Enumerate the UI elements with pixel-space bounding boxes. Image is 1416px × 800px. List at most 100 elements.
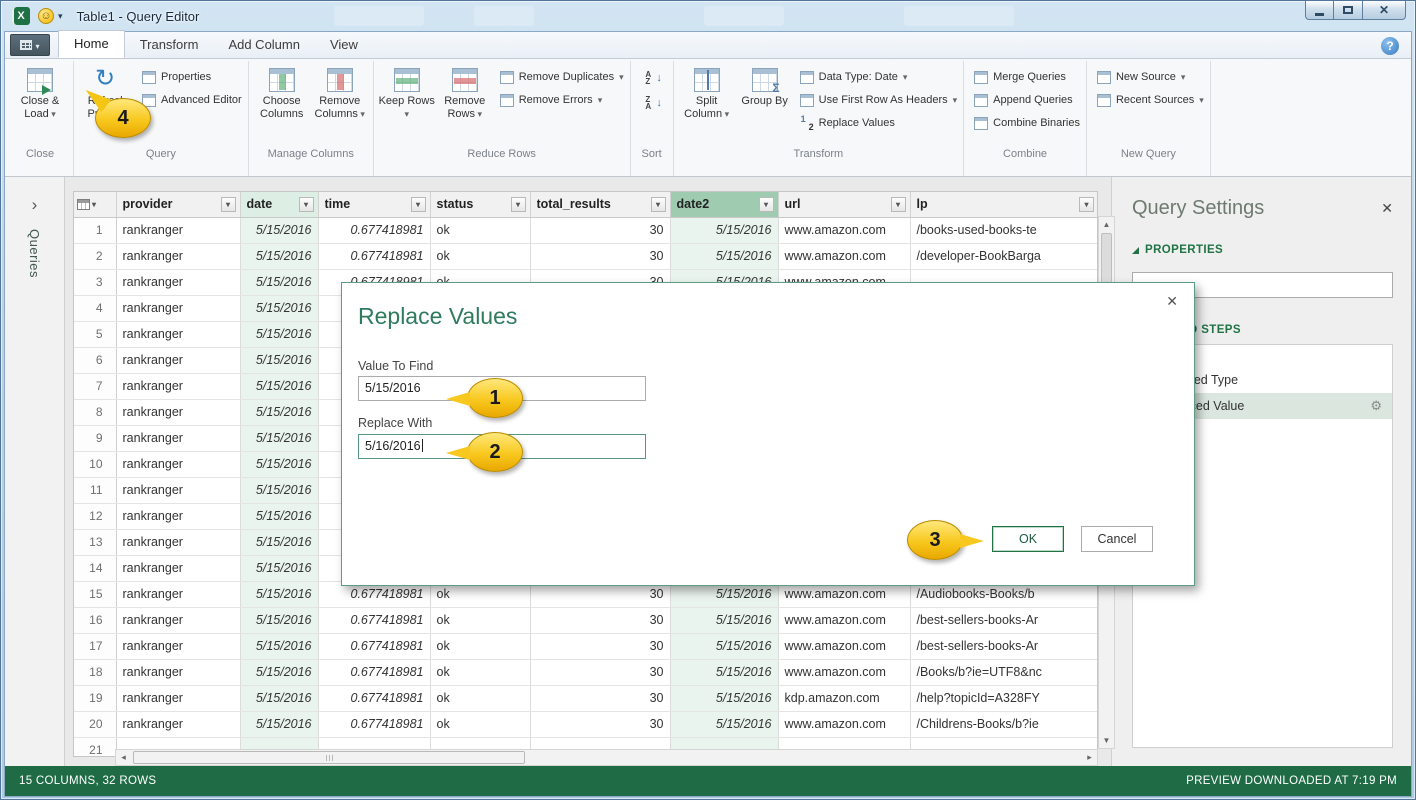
cell-url[interactable]: www.amazon.com	[778, 607, 910, 633]
cell-date[interactable]: 5/15/2016	[240, 399, 318, 425]
cell-date[interactable]: 5/15/2016	[240, 555, 318, 581]
cell-date2[interactable]: 5/15/2016	[670, 607, 778, 633]
cell-total_results[interactable]: 30	[530, 711, 670, 737]
cell-provider[interactable]: rankranger	[116, 503, 240, 529]
cell-time[interactable]: 0.677418981	[318, 711, 430, 737]
close-button[interactable]	[1363, 1, 1406, 20]
cell-provider[interactable]: rankranger	[116, 451, 240, 477]
column-header-time[interactable]: time	[318, 192, 430, 217]
minimize-button[interactable]	[1305, 1, 1334, 20]
tab-transform[interactable]: Transform	[125, 32, 214, 58]
cell-provider[interactable]: rankranger	[116, 269, 240, 295]
column-header-url[interactable]: url	[778, 192, 910, 217]
cell-date2[interactable]: 5/15/2016	[670, 633, 778, 659]
cell-status[interactable]: ok	[430, 243, 530, 269]
filter-button[interactable]	[891, 197, 906, 212]
choose-columns-button[interactable]: Choose Columns	[253, 63, 311, 121]
scroll-left-icon[interactable]	[116, 752, 131, 763]
cell-provider[interactable]: rankranger	[116, 373, 240, 399]
cell-date[interactable]: 5/15/2016	[240, 711, 318, 737]
scroll-up-icon[interactable]	[1099, 217, 1114, 232]
queries-pane[interactable]: Queries	[5, 177, 65, 766]
column-header-provider[interactable]: provider	[116, 192, 240, 217]
cell-date2[interactable]: 5/15/2016	[670, 685, 778, 711]
filter-button[interactable]	[299, 197, 314, 212]
sort-descending-button[interactable]: ZA	[641, 94, 667, 112]
cell-lp[interactable]: /Books/b?ie=UTF8&nc	[910, 659, 1098, 685]
cell-url[interactable]: www.amazon.com	[778, 633, 910, 659]
cell-date[interactable]: 5/15/2016	[240, 269, 318, 295]
close-settings-icon[interactable]	[1381, 200, 1393, 217]
horizontal-scroll-thumb[interactable]	[133, 751, 525, 764]
cell-date[interactable]: 5/15/2016	[240, 659, 318, 685]
cell-lp[interactable]: /Childrens-Books/b?ie	[910, 711, 1098, 737]
select-all-header[interactable]	[74, 192, 116, 217]
cell-provider[interactable]: rankranger	[116, 295, 240, 321]
append-queries-button[interactable]: Append Queries	[974, 92, 1080, 108]
cell-date2[interactable]: 5/15/2016	[670, 659, 778, 685]
title-bar[interactable]: Table1 - Query Editor	[4, 1, 1412, 31]
cell-status[interactable]: ok	[430, 685, 530, 711]
cell-lp[interactable]: /books-used-books-te	[910, 217, 1098, 243]
cell-url[interactable]: www.amazon.com	[778, 243, 910, 269]
cell-date[interactable]: 5/15/2016	[240, 347, 318, 373]
sort-ascending-button[interactable]: AZ	[641, 69, 667, 87]
remove-errors-button[interactable]: Remove Errors	[500, 92, 624, 108]
advanced-editor-button[interactable]: Advanced Editor	[142, 92, 242, 108]
column-header-date[interactable]: date	[240, 192, 318, 217]
cell-date[interactable]: 5/15/2016	[240, 581, 318, 607]
cell-provider[interactable]: rankranger	[116, 321, 240, 347]
cell-total_results[interactable]: 30	[530, 607, 670, 633]
merge-queries-button[interactable]: Merge Queries	[974, 69, 1080, 85]
data-type-button[interactable]: Data Type: Date	[800, 69, 958, 85]
cell-date[interactable]: 5/15/2016	[240, 529, 318, 555]
cell-date[interactable]: 5/15/2016	[240, 295, 318, 321]
ribbon-menu-button[interactable]	[10, 34, 50, 56]
remove-duplicates-button[interactable]: Remove Duplicates	[500, 69, 624, 85]
cell-provider[interactable]: rankranger	[116, 243, 240, 269]
cell-date[interactable]: 5/15/2016	[240, 607, 318, 633]
cell-total_results[interactable]: 30	[530, 243, 670, 269]
cell-url[interactable]: kdp.amazon.com	[778, 685, 910, 711]
remove-columns-button[interactable]: Remove Columns	[311, 63, 369, 121]
filter-button[interactable]	[411, 197, 426, 212]
cell-provider[interactable]: rankranger	[116, 217, 240, 243]
column-header-status[interactable]: status	[430, 192, 530, 217]
cell-provider[interactable]: rankranger	[116, 581, 240, 607]
cell-date2[interactable]: 5/15/2016	[670, 217, 778, 243]
cell-date[interactable]: 5/15/2016	[240, 477, 318, 503]
cell-time[interactable]: 0.677418981	[318, 659, 430, 685]
scroll-down-icon[interactable]	[1099, 733, 1114, 748]
cell-url[interactable]: www.amazon.com	[778, 659, 910, 685]
use-first-row-as-headers-button[interactable]: Use First Row As Headers	[800, 92, 958, 108]
new-source-button[interactable]: New Source	[1097, 69, 1204, 85]
cell-provider[interactable]: rankranger	[116, 399, 240, 425]
maximize-button[interactable]	[1334, 1, 1363, 20]
cell-provider[interactable]: rankranger	[116, 425, 240, 451]
cell-date[interactable]: 5/15/2016	[240, 373, 318, 399]
cell-time[interactable]: 0.677418981	[318, 243, 430, 269]
ok-button[interactable]: OK	[992, 526, 1064, 552]
cell-time[interactable]: 0.677418981	[318, 607, 430, 633]
close-and-load-button[interactable]: Close & Load	[11, 63, 69, 121]
column-header-date2[interactable]: date2	[670, 192, 778, 217]
cell-total_results[interactable]: 30	[530, 685, 670, 711]
tab-home[interactable]: Home	[58, 30, 125, 58]
smiley-feedback-icon[interactable]	[38, 8, 54, 24]
cell-date[interactable]: 5/15/2016	[240, 425, 318, 451]
keep-rows-button[interactable]: Keep Rows	[378, 63, 436, 121]
cell-lp[interactable]: /best-sellers-books-Ar	[910, 607, 1098, 633]
filter-button[interactable]	[651, 197, 666, 212]
cell-status[interactable]: ok	[430, 607, 530, 633]
cell-provider[interactable]: rankranger	[116, 555, 240, 581]
replace-values-button[interactable]: Replace Values	[800, 115, 958, 131]
cell-lp[interactable]: /developer-BookBarga	[910, 243, 1098, 269]
help-button[interactable]	[1381, 37, 1399, 55]
cell-total_results[interactable]: 30	[530, 633, 670, 659]
cell-date[interactable]: 5/15/2016	[240, 451, 318, 477]
cell-provider[interactable]: rankranger	[116, 477, 240, 503]
cell-status[interactable]: ok	[430, 217, 530, 243]
quick-access-dropdown-icon[interactable]	[58, 11, 63, 22]
cell-status[interactable]: ok	[430, 711, 530, 737]
cell-provider[interactable]: rankranger	[116, 347, 240, 373]
